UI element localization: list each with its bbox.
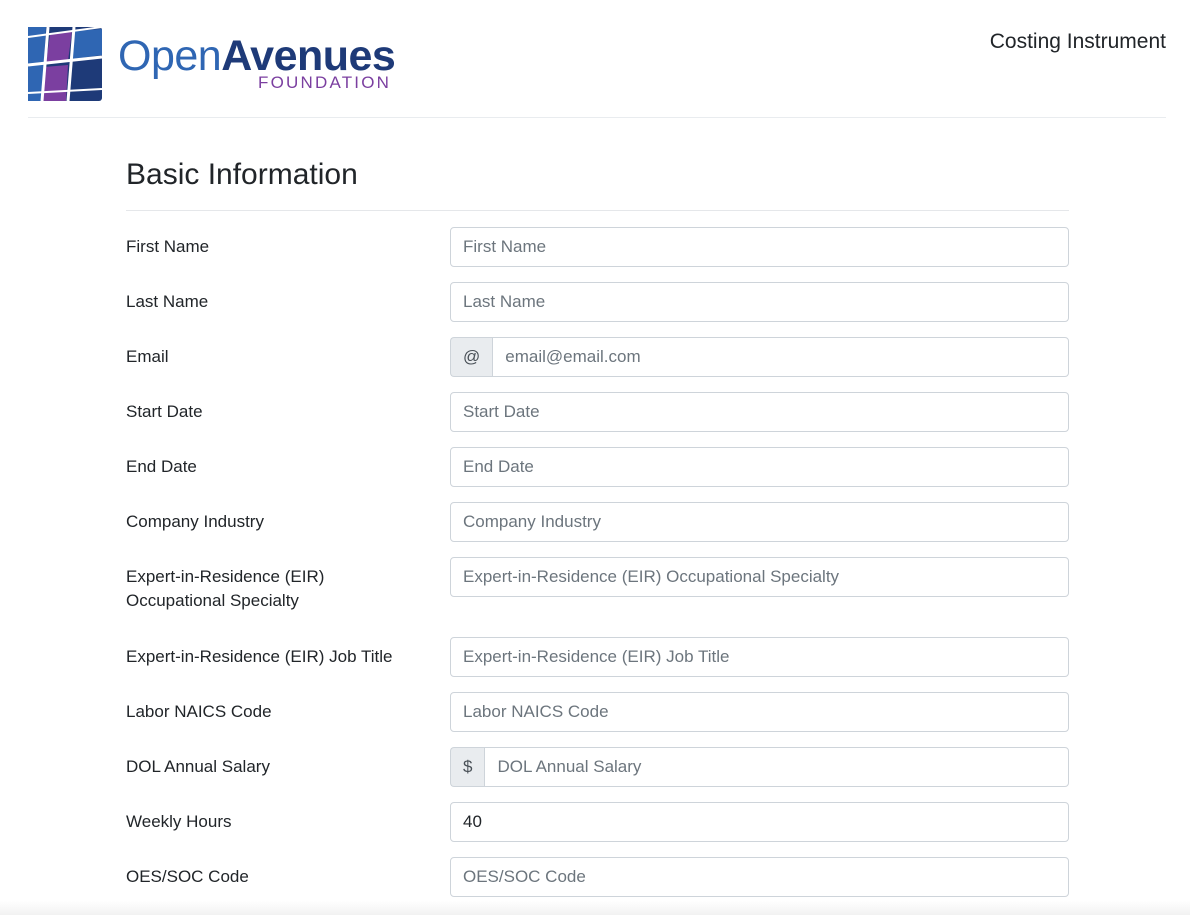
oes-soc-code-control [450, 857, 1069, 897]
logo-mark-icon [28, 27, 102, 101]
logo-word-open: Open [118, 32, 222, 80]
end-date-input[interactable] [450, 447, 1069, 487]
expert-in-residence-eir-occupational-specialty-label: Expert-in-Residence (EIR) Occupational S… [126, 567, 325, 610]
expert-in-residence-eir-job-title-label: Expert-in-Residence (EIR) Job Title [126, 647, 393, 666]
start-date-input[interactable] [450, 392, 1069, 432]
expert-in-residence-eir-occupational-specialty-input[interactable] [450, 557, 1069, 597]
company-industry-input[interactable] [450, 502, 1069, 542]
expert-in-residence-eir-job-title-input[interactable] [450, 637, 1069, 677]
labor-naics-code-control [450, 692, 1069, 732]
header: OpenAvenues FOUNDATION Costing Instrumen… [28, 0, 1166, 118]
email-prefix-addon: @ [450, 337, 493, 377]
end-date-label: End Date [126, 457, 197, 476]
weekly-hours-label: Weekly Hours [126, 812, 232, 831]
company-industry-control [450, 502, 1069, 542]
basic-information-form: Basic Information First Name Last Name Ema… [126, 140, 1069, 912]
first-name-label: First Name [126, 237, 210, 256]
last-name-control [450, 282, 1069, 322]
labor-naics-code-input[interactable] [450, 692, 1069, 732]
expert-in-residence-eir-occupational-specialty-control [450, 557, 1069, 597]
expert-in-residence-eir-job-title-control [450, 637, 1069, 677]
start-date-control [450, 392, 1069, 432]
open-avenues-logo[interactable]: OpenAvenues FOUNDATION [28, 27, 408, 102]
oes-soc-code-label: OES/SOC Code [126, 867, 249, 886]
section-title: Basic Information [126, 140, 1069, 211]
dol-annual-salary-prefix-addon: $ [450, 747, 485, 787]
logo-wordmark: OpenAvenues FOUNDATION [118, 31, 418, 92]
email-control: @ [450, 337, 1069, 377]
bottom-fade [0, 901, 1190, 915]
weekly-hours-input[interactable] [450, 802, 1069, 842]
last-name-input[interactable] [450, 282, 1069, 322]
email-label: Email [126, 347, 169, 366]
labor-naics-code-label: Labor NAICS Code [126, 702, 272, 721]
last-name-label: Last Name [126, 292, 209, 311]
weekly-hours-control [450, 802, 1069, 842]
company-industry-label: Company Industry [126, 512, 264, 531]
oes-soc-code-input[interactable] [450, 857, 1069, 897]
dol-annual-salary-input[interactable] [484, 747, 1069, 787]
end-date-control [450, 447, 1069, 487]
email-input[interactable] [492, 337, 1069, 377]
form-rows: First Name Last Name Email @ Start Date End D… [126, 211, 1069, 912]
first-name-input[interactable] [450, 227, 1069, 267]
start-date-label: Start Date [126, 402, 203, 421]
first-name-control [450, 227, 1069, 267]
app-title: Costing Instrument [989, 30, 1166, 53]
dol-annual-salary-control: $ [450, 747, 1069, 787]
dol-annual-salary-label: DOL Annual Salary [126, 757, 270, 776]
logo-word-foundation: FOUNDATION [258, 73, 392, 92]
